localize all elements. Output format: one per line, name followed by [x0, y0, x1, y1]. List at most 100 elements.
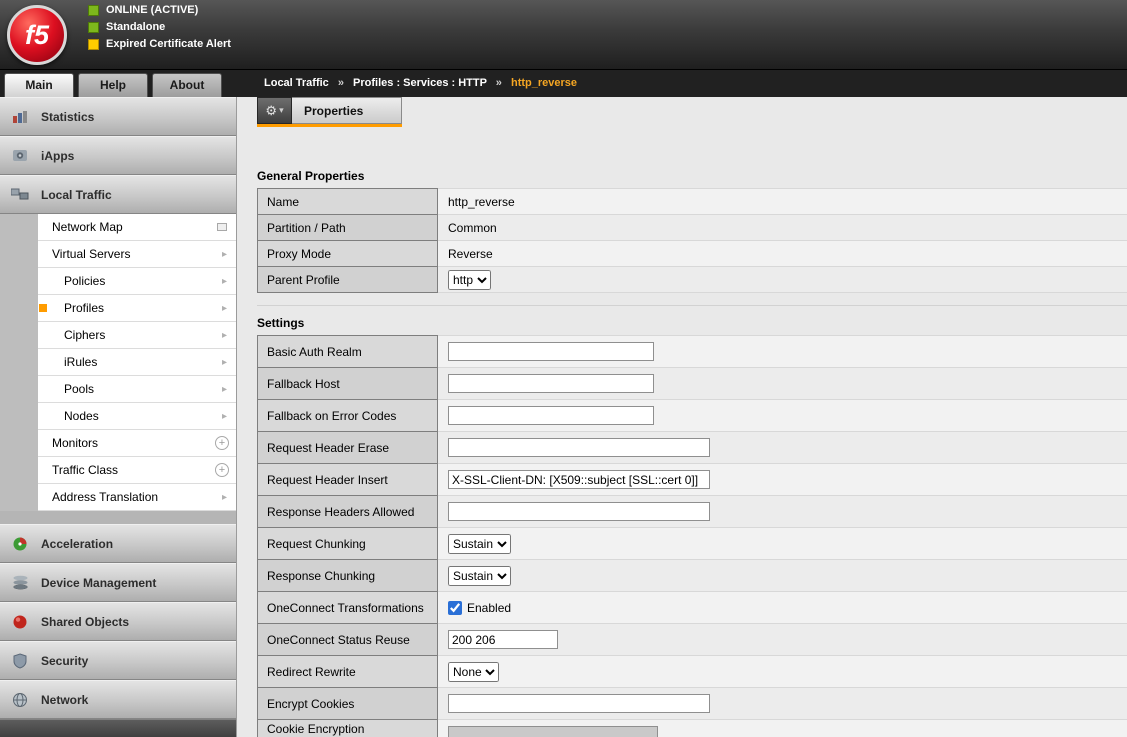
- table-row-parent-profile: Parent Profile http: [258, 267, 1127, 293]
- nav-breadcrumb-bar: Main Help About Local Traffic » Profiles…: [0, 70, 1127, 97]
- table-row-request-chunking: Request Chunking Sustain: [258, 528, 1127, 560]
- parent-profile-select[interactable]: http: [448, 270, 491, 290]
- row-label: OneConnect Status Reuse: [258, 624, 438, 656]
- iapps-icon: [9, 148, 31, 164]
- breadcrumb-local-traffic[interactable]: Local Traffic: [264, 77, 329, 89]
- section-label: Local Traffic: [41, 188, 112, 202]
- primary-nav-tabs: Main Help About: [0, 73, 257, 97]
- table-row-name: Name http_reverse: [258, 189, 1127, 215]
- sidebar-section-partial[interactable]: [0, 719, 236, 737]
- row-label: Proxy Mode: [258, 241, 438, 267]
- redirect-rewrite-select[interactable]: None: [448, 662, 499, 682]
- sidebar-item-nodes[interactable]: Nodes ▸: [38, 403, 236, 430]
- breadcrumb: Local Traffic » Profiles : Services : HT…: [257, 70, 1127, 97]
- section-label: Acceleration: [41, 537, 113, 551]
- sidebar-item-ciphers[interactable]: Ciphers ▸: [38, 322, 236, 349]
- add-monitor-icon[interactable]: +: [215, 436, 229, 450]
- status-label: Standalone: [106, 21, 165, 33]
- tab-properties[interactable]: Properties: [292, 97, 402, 124]
- tab-main[interactable]: Main: [4, 73, 74, 97]
- breadcrumb-profiles-services-http[interactable]: Profiles : Services : HTTP: [353, 77, 487, 89]
- status-label: Expired Certificate Alert: [106, 38, 231, 50]
- chevron-down-icon: ▾: [279, 105, 284, 116]
- sidebar-item-virtual-servers[interactable]: Virtual Servers ▸: [38, 241, 236, 268]
- sidebar-section-statistics[interactable]: Statistics: [0, 97, 236, 136]
- section-label: Shared Objects: [41, 615, 129, 629]
- sidebar-section-shared-objects[interactable]: Shared Objects: [0, 602, 236, 641]
- row-label: Name: [258, 189, 438, 215]
- fallback-error-codes-input[interactable]: [448, 406, 654, 425]
- sidebar-item-network-map[interactable]: Network Map: [38, 214, 236, 241]
- encrypt-cookies-input[interactable]: [448, 694, 710, 713]
- sidebar-item-policies[interactable]: Policies ▸: [38, 268, 236, 295]
- request-header-insert-input[interactable]: [448, 470, 710, 489]
- status-item: Standalone: [88, 21, 231, 33]
- sidebar-section-network[interactable]: Network: [0, 680, 236, 719]
- row-label: Encrypt Cookies: [258, 688, 438, 720]
- response-chunking-select[interactable]: Sustain: [448, 566, 511, 586]
- table-row-request-header-insert: Request Header Insert: [258, 464, 1127, 496]
- chevron-right-icon: ▸: [222, 492, 227, 503]
- content-tab-bar: ⚙ ▾ Properties: [257, 97, 402, 127]
- device-management-icon: [9, 575, 31, 591]
- basic-auth-realm-input[interactable]: [448, 342, 654, 361]
- subitem-label: Network Map: [52, 220, 123, 234]
- sidebar-section-local-traffic[interactable]: Local Traffic: [0, 175, 236, 214]
- section-label: Statistics: [41, 110, 94, 124]
- subitem-label: Policies: [64, 274, 105, 288]
- table-row-cookie-encryption-passphrase: Cookie Encryption Passphrase: [258, 720, 1127, 737]
- row-label: Request Header Erase: [258, 432, 438, 464]
- bigip-app: f5 ONLINE (ACTIVE) Standalone Expired Ce…: [0, 0, 1127, 737]
- request-header-erase-input[interactable]: [448, 438, 710, 457]
- section-title-settings: Settings: [257, 316, 1127, 330]
- network-map-icon: [217, 223, 227, 231]
- settings-section: Settings Basic Auth Realm Fallback Host …: [257, 305, 1127, 737]
- row-label: Redirect Rewrite: [258, 656, 438, 688]
- sidebar-item-monitors[interactable]: Monitors +: [38, 430, 236, 457]
- status-label: ONLINE (ACTIVE): [106, 4, 198, 16]
- sidebar-item-profiles[interactable]: Profiles ▸: [38, 295, 236, 322]
- tab-help[interactable]: Help: [78, 73, 148, 97]
- chevron-right-icon: ▸: [222, 249, 227, 260]
- device-status-list: ONLINE (ACTIVE) Standalone Expired Certi…: [88, 4, 231, 55]
- sidebar-item-address-translation[interactable]: Address Translation ▸: [38, 484, 236, 511]
- fallback-host-input[interactable]: [448, 374, 654, 393]
- statistics-icon: [9, 109, 31, 125]
- acceleration-icon: [9, 536, 31, 552]
- chevron-right-icon: ▸: [222, 303, 227, 314]
- breadcrumb-separator: »: [496, 77, 502, 89]
- subitem-label: Virtual Servers: [52, 247, 130, 261]
- sidebar-section-device-management[interactable]: Device Management: [0, 563, 236, 602]
- subitem-label: Monitors: [52, 436, 98, 450]
- response-headers-allowed-input[interactable]: [448, 502, 710, 521]
- section-label: Security: [41, 654, 88, 668]
- sidebar-section-security[interactable]: Security: [0, 641, 236, 680]
- status-warning-icon: [88, 39, 99, 50]
- top-banner: f5 ONLINE (ACTIVE) Standalone Expired Ce…: [0, 0, 1127, 70]
- row-label: Fallback on Error Codes: [258, 400, 438, 432]
- add-traffic-class-icon[interactable]: +: [215, 463, 229, 477]
- sidebar-section-acceleration[interactable]: Acceleration: [0, 524, 236, 563]
- subitem-label: Nodes: [64, 409, 99, 423]
- proxy-mode-value: Reverse: [448, 247, 493, 261]
- oneconnect-transformations-checkbox[interactable]: [448, 601, 462, 615]
- oneconnect-status-reuse-input[interactable]: [448, 630, 558, 649]
- gear-menu-button[interactable]: ⚙ ▾: [257, 97, 292, 124]
- tab-about[interactable]: About: [152, 73, 222, 97]
- subitem-label: Traffic Class: [52, 463, 118, 477]
- sidebar-item-traffic-class[interactable]: Traffic Class +: [38, 457, 236, 484]
- sidebar-item-pools[interactable]: Pools ▸: [38, 376, 236, 403]
- row-label: Response Headers Allowed: [258, 496, 438, 528]
- status-item: ONLINE (ACTIVE): [88, 4, 231, 16]
- local-traffic-icon: [9, 187, 31, 203]
- cookie-encryption-passphrase-input[interactable]: [448, 726, 658, 737]
- table-row-response-chunking: Response Chunking Sustain: [258, 560, 1127, 592]
- request-chunking-select[interactable]: Sustain: [448, 534, 511, 554]
- sidebar-item-irules[interactable]: iRules ▸: [38, 349, 236, 376]
- chevron-right-icon: ▸: [222, 411, 227, 422]
- content-area: ⚙ ▾ Properties General Properties Name h…: [237, 97, 1127, 737]
- chevron-right-icon: ▸: [222, 330, 227, 341]
- chevron-right-icon: ▸: [222, 384, 227, 395]
- gear-icon: ⚙: [265, 103, 277, 119]
- sidebar-section-iapps[interactable]: iApps: [0, 136, 236, 175]
